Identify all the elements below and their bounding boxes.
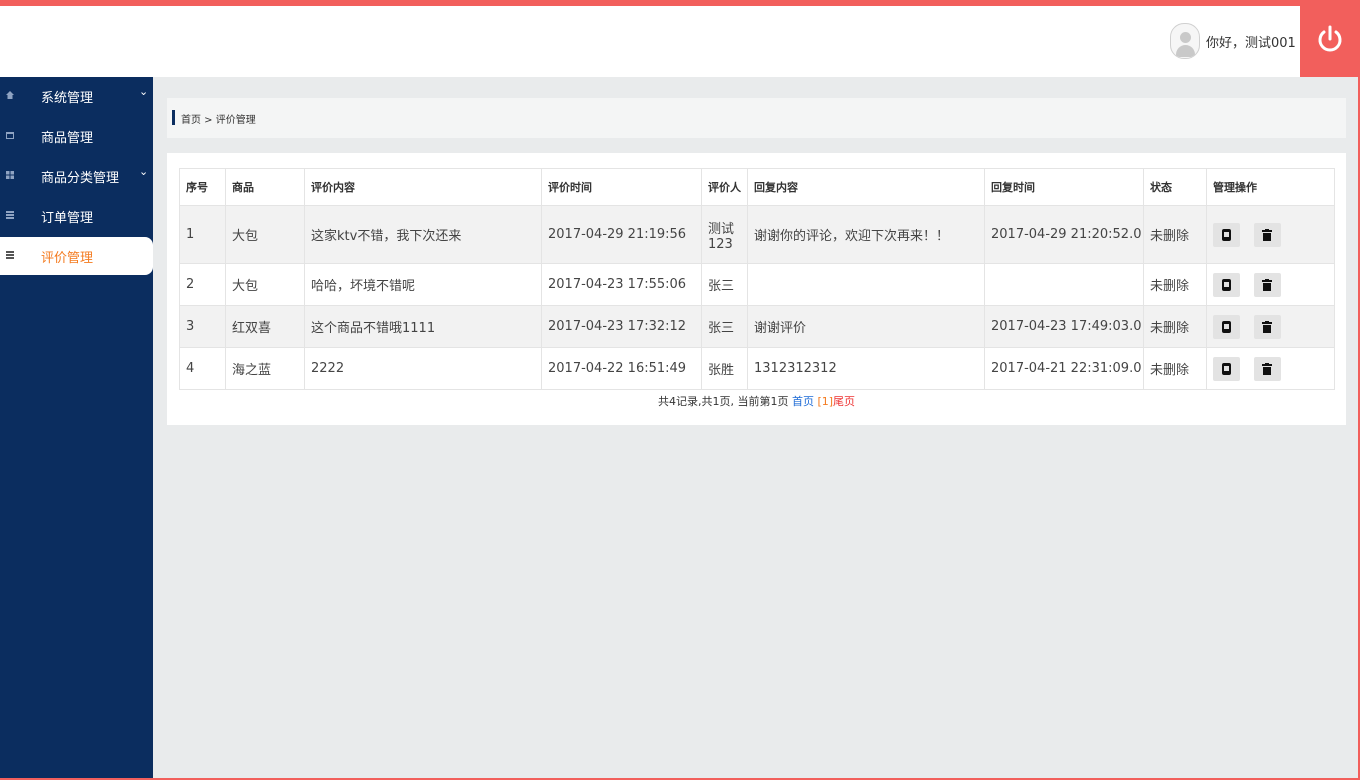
trash-icon <box>1262 362 1272 375</box>
sidebar-item-orders[interactable]: 订单管理 <box>0 197 153 235</box>
table-cell: 这个商品不错哦1111 <box>304 305 542 348</box>
table-cell-actions <box>1206 263 1335 306</box>
column-header: 商品 <box>225 168 305 206</box>
list-icon <box>6 251 14 259</box>
table-cell <box>984 263 1144 306</box>
table-row: 1 大包 这家ktv不错，我下次还来 2017-04-29 21:19:56 测试 12… <box>179 205 1335 264</box>
column-header: 评价内容 <box>304 168 542 206</box>
user-avatar-icon[interactable] <box>1170 23 1200 59</box>
grid-icon <box>6 171 14 179</box>
column-header: 管理操作 <box>1206 168 1335 206</box>
column-header: 回复时间 <box>984 168 1144 206</box>
table-cell: 1312312312 <box>747 347 985 390</box>
table-cell: 未删除 <box>1143 347 1207 390</box>
sidebar: 系统管理 ⌄ 商品管理 商品分类管理 ⌄ 订单管理 评价管理 <box>0 77 153 778</box>
sidebar-item-categories[interactable]: 商品分类管理 ⌄ <box>0 157 153 195</box>
table-cell-actions <box>1206 347 1335 390</box>
list-icon <box>6 211 14 219</box>
breadcrumb-marker <box>172 110 175 125</box>
table-cell: 大包 <box>225 205 305 264</box>
table-row: 4 海之蓝 2222 2017-04-22 16:51:49 张胜 1312312312 2… <box>179 347 1335 390</box>
breadcrumb: 首页 > 评价管理 <box>167 98 1346 138</box>
logout-button[interactable] <box>1300 6 1360 77</box>
calendar-icon <box>6 132 14 139</box>
table-cell: 哈哈，坏境不错呢 <box>304 263 542 306</box>
table-cell: 海之蓝 <box>225 347 305 390</box>
power-icon <box>1318 25 1342 52</box>
table-cell: 这家ktv不错，我下次还来 <box>304 205 542 264</box>
trash-icon <box>1262 228 1272 241</box>
reply-icon <box>1222 320 1231 333</box>
reviews-panel: 序号 商品 评价内容 评价时间 评价人 回复内容 回复时间 状态 管理操作 1大… <box>167 153 1346 425</box>
user-greeting: 你好，测试001 <box>1206 36 1296 51</box>
reply-button[interactable] <box>1213 314 1240 339</box>
table-cell: 张胜 <box>701 347 748 390</box>
reply-icon <box>1222 362 1231 375</box>
pager-first-link[interactable]: 首页 <box>792 395 814 408</box>
sidebar-item-system[interactable]: 系统管理 ⌄ <box>0 77 153 115</box>
reply-icon <box>1222 228 1231 241</box>
column-header: 状态 <box>1143 168 1207 206</box>
delete-button[interactable] <box>1254 222 1281 247</box>
table-cell <box>747 263 985 306</box>
reply-button[interactable] <box>1213 272 1240 297</box>
column-header: 评价时间 <box>541 168 702 206</box>
table-cell: 谢谢评价 <box>747 305 985 348</box>
chevron-down-icon: ⌄ <box>139 165 149 178</box>
reviews-table: 序号 商品 评价内容 评价时间 评价人 回复内容 回复时间 状态 管理操作 1大… <box>179 168 1335 390</box>
table-cell: 测试 123 <box>701 205 748 264</box>
pagination: 共4记录,共1页, 当前第1页 首页 [1]尾页 <box>167 393 1346 409</box>
top-header: 你好，测试001 <box>0 6 1360 77</box>
table-row: 3 红双喜 这个商品不错哦1111 2017-04-23 17:32:12 张三 谢谢评价… <box>179 305 1335 348</box>
table-header-row: 序号 商品 评价内容 评价时间 评价人 回复内容 回复时间 状态 管理操作 <box>179 168 1335 206</box>
sidebar-item-reviews[interactable]: 评价管理 <box>0 237 153 275</box>
table-cell: 未删除 <box>1143 263 1207 306</box>
reply-button[interactable] <box>1213 356 1240 381</box>
table-cell: 4 <box>179 347 226 390</box>
delete-button[interactable] <box>1254 314 1281 339</box>
pager-last-link[interactable]: 尾页 <box>833 395 855 408</box>
column-header: 评价人 <box>701 168 748 206</box>
sidebar-item-products[interactable]: 商品管理 <box>0 117 153 155</box>
table-cell: 大包 <box>225 263 305 306</box>
column-header: 回复内容 <box>747 168 985 206</box>
table-cell-actions <box>1206 205 1335 264</box>
chevron-down-icon: ⌄ <box>139 85 149 98</box>
reply-icon <box>1222 278 1231 291</box>
table-cell: 未删除 <box>1143 305 1207 348</box>
table-cell: 红双喜 <box>225 305 305 348</box>
sidebar-item-label: 商品管理 <box>41 131 94 146</box>
table-cell: 2 <box>179 263 226 306</box>
pager-summary: 共4记录,共1页, 当前第1页 <box>657 395 789 408</box>
table-row: 2 大包 哈哈，坏境不错呢 2017-04-23 17:55:06 张三 未删除 <box>179 263 1335 306</box>
sidebar-item-label: 系统管理 <box>41 91 94 106</box>
table-cell: 2017-04-29 21:19:56 <box>541 205 702 264</box>
table-cell: 张三 <box>701 263 748 306</box>
sidebar-item-label: 评价管理 <box>41 251 94 266</box>
table-cell: 2017-04-23 17:55:06 <box>541 263 702 306</box>
table-cell: 2017-04-23 17:32:12 <box>541 305 702 348</box>
table-cell: 2017-04-21 22:31:09.0 <box>984 347 1144 390</box>
pager-current-page[interactable]: [1] <box>817 395 833 408</box>
table-cell: 3 <box>179 305 226 348</box>
table-cell: 未删除 <box>1143 205 1207 264</box>
table-cell: 张三 <box>701 305 748 348</box>
table-cell: 2017-04-23 17:49:03.0 <box>984 305 1144 348</box>
sidebar-item-label: 订单管理 <box>41 211 94 226</box>
trash-icon <box>1262 320 1272 333</box>
delete-button[interactable] <box>1254 356 1281 381</box>
table-cell-actions <box>1206 305 1335 348</box>
table-cell: 2222 <box>304 347 542 390</box>
reply-button[interactable] <box>1213 222 1240 247</box>
table-cell: 2017-04-22 16:51:49 <box>541 347 702 390</box>
table-cell: 1 <box>179 205 226 264</box>
delete-button[interactable] <box>1254 272 1281 297</box>
column-header: 序号 <box>179 168 226 206</box>
trash-icon <box>1262 278 1272 291</box>
table-cell: 2017-04-29 21:20:52.0 <box>984 205 1144 264</box>
table-cell: 谢谢你的评论，欢迎下次再来！！ <box>747 205 985 264</box>
sidebar-item-label: 商品分类管理 <box>41 171 120 186</box>
home-icon <box>6 91 14 99</box>
breadcrumb-text[interactable]: 首页 > 评价管理 <box>181 111 256 126</box>
